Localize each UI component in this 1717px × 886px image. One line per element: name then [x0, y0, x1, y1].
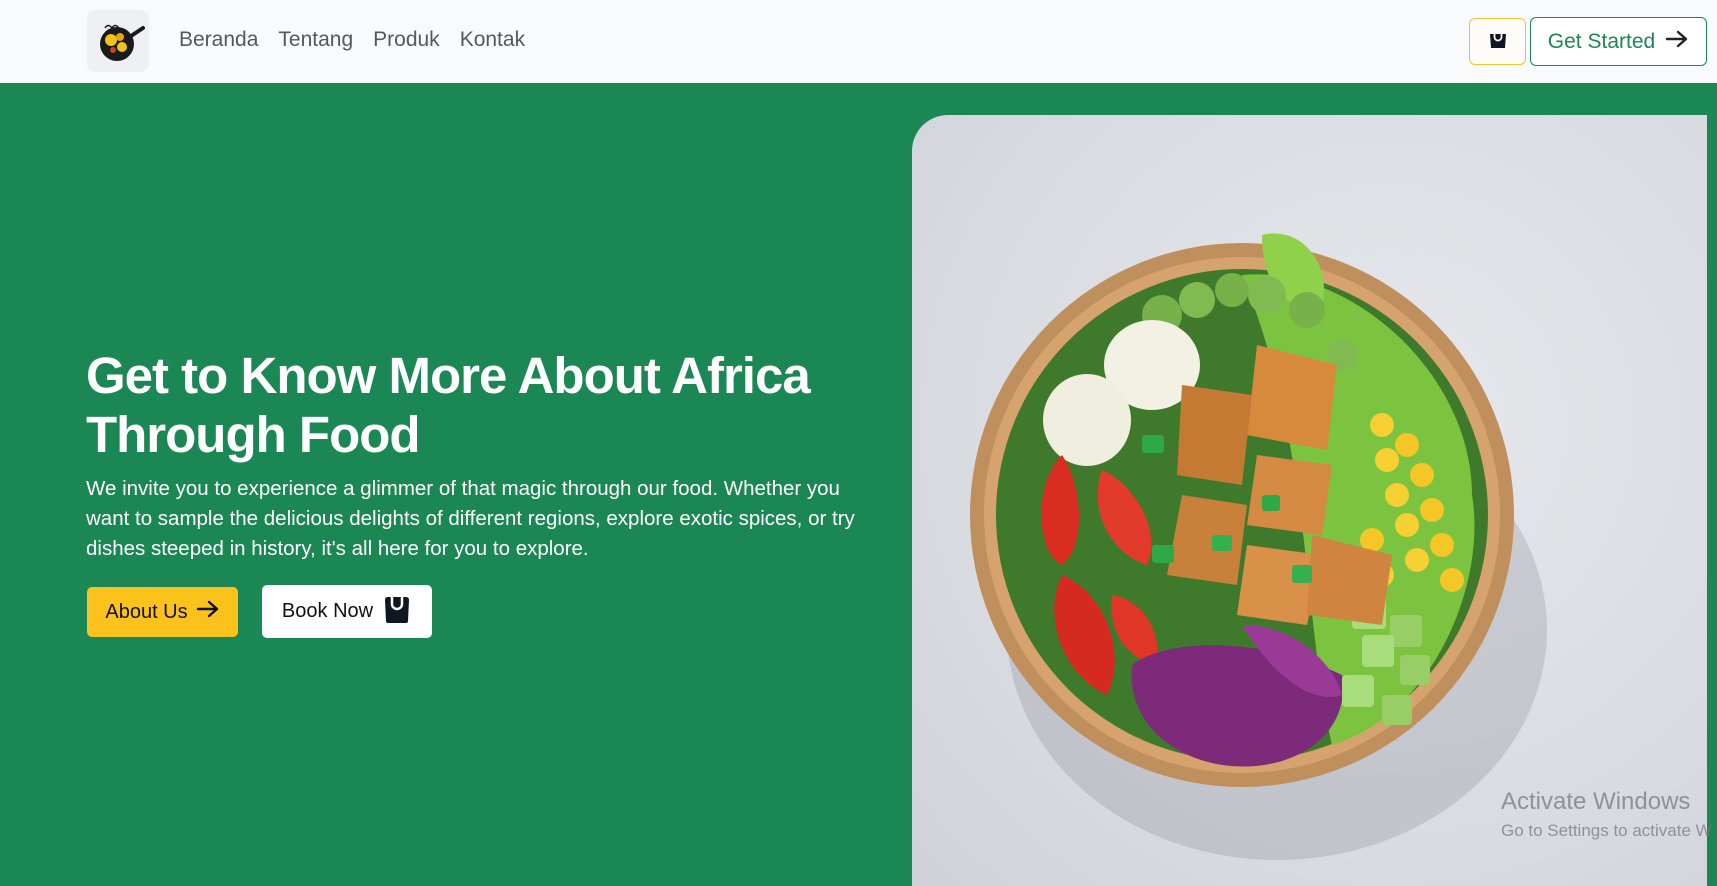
hero-food-image: [912, 115, 1707, 886]
get-started-button[interactable]: Get Started: [1530, 17, 1707, 66]
nav-link-produk[interactable]: Produk: [373, 28, 440, 52]
arrow-right-icon: [196, 600, 220, 624]
nav-link-beranda[interactable]: Beranda: [179, 28, 258, 52]
logo-icon[interactable]: [87, 10, 149, 72]
book-now-button[interactable]: Book Now: [262, 585, 432, 638]
shopping-bag-icon: [1487, 28, 1509, 55]
navbar: Beranda Tentang Produk Kontak Get Starte…: [0, 0, 1717, 83]
get-started-label: Get Started: [1547, 29, 1656, 53]
activate-windows-title: Activate Windows: [1501, 788, 1691, 815]
nav-link-tentang[interactable]: Tentang: [278, 28, 353, 52]
hero-title-line-1: Get to Know More About Africa: [86, 347, 811, 404]
hero-title: Get to Know More About Africa Through Fo…: [86, 346, 866, 464]
hero-description: We invite you to experience a glimmer of…: [86, 477, 855, 560]
cart-button[interactable]: [1469, 18, 1526, 65]
shopping-bag-icon: [382, 594, 412, 630]
activate-windows-subtitle: Go to Settings to activate W: [1501, 821, 1712, 840]
about-us-label: About Us: [105, 600, 188, 623]
nav-link-kontak[interactable]: Kontak: [460, 28, 525, 52]
about-us-button[interactable]: About Us: [87, 587, 238, 637]
nav-menu: Beranda Tentang Produk Kontak: [179, 28, 525, 52]
hero-title-line-2: Through Food: [86, 406, 421, 463]
book-now-label: Book Now: [281, 600, 374, 622]
arrow-right-icon: [1665, 30, 1689, 54]
